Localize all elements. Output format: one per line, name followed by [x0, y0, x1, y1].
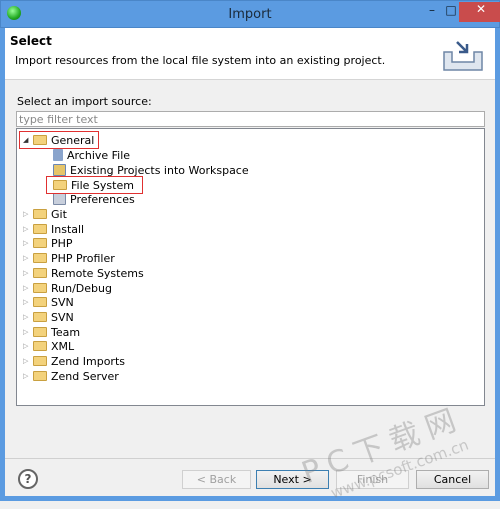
tree-item-label: PHP Profiler	[51, 252, 115, 266]
import-icon	[443, 41, 483, 71]
expand-arrow-icon[interactable]: ▷	[23, 295, 33, 310]
back-button[interactable]: < Back	[182, 470, 251, 489]
tree-item-category[interactable]: ▷ Git	[23, 207, 67, 222]
folder-icon	[33, 267, 47, 278]
tree-item-category[interactable]: ▷ Zend Server	[23, 369, 119, 384]
tree-item-category[interactable]: ▷ SVN	[23, 295, 74, 310]
expand-arrow-icon[interactable]: ▷	[23, 354, 33, 369]
tree-item-label: SVN	[51, 310, 74, 324]
tree-item-label: XML	[51, 340, 75, 354]
expand-arrow-icon[interactable]: ▷	[23, 281, 33, 296]
tree-item-label: Zend Server	[51, 369, 119, 383]
tree-item-label: Zend Imports	[51, 355, 125, 368]
minimize-button[interactable]: –	[421, 3, 443, 23]
tree-item-label: Run/Debug	[51, 281, 112, 295]
tree-item-category[interactable]: ▷ PHP Profiler	[23, 251, 115, 266]
button-separator	[5, 458, 495, 459]
page-title: Select	[10, 34, 52, 48]
maximize-button[interactable]: □	[443, 3, 459, 23]
expand-arrow-icon[interactable]: ▷	[23, 325, 33, 340]
folder-icon	[33, 282, 47, 293]
preferences-icon	[53, 193, 66, 205]
help-button[interactable]: ?	[18, 469, 38, 489]
project-icon	[53, 164, 66, 176]
highlight-box	[46, 176, 143, 194]
expand-arrow-icon[interactable]: ▷	[23, 236, 33, 251]
folder-icon	[33, 209, 47, 219]
folder-icon	[33, 356, 47, 366]
expand-arrow-icon[interactable]: ▷	[23, 310, 33, 325]
folder-icon	[33, 341, 47, 352]
tree-item-preferences[interactable]: Preferences	[53, 192, 135, 207]
tree-item-archive-file[interactable]: Archive File	[53, 148, 130, 163]
tree-item-label: Git	[51, 208, 67, 221]
expand-arrow-icon[interactable]: ▷	[23, 339, 33, 354]
tree-item-category[interactable]: ▷ Run/Debug	[23, 281, 112, 296]
folder-icon	[33, 223, 47, 234]
folder-icon	[33, 370, 47, 381]
tree-item-label: Archive File	[67, 149, 131, 162]
import-source-tree[interactable]: ◢ General Archive File Existing Projects …	[16, 128, 485, 406]
finish-button[interactable]: Finish	[336, 470, 409, 489]
tree-item-category[interactable]: ▷ Zend Imports	[23, 354, 125, 369]
title-bar[interactable]: Import – □ ✕	[0, 0, 500, 28]
folder-icon	[33, 326, 47, 337]
tree-item-category[interactable]: ▷ Team	[23, 325, 80, 340]
expand-arrow-icon[interactable]: ▷	[23, 251, 33, 266]
expand-arrow-icon[interactable]: ▷	[23, 207, 33, 222]
expand-arrow-icon[interactable]: ▷	[23, 222, 33, 237]
tree-item-category[interactable]: ▷ SVN	[23, 310, 74, 325]
tree-item-label: Preferences	[70, 193, 135, 206]
import-source-label: Select an import source:	[17, 95, 152, 108]
tree-item-category[interactable]: ▷ Install	[23, 222, 84, 237]
tree-item-label: Remote Systems	[51, 266, 144, 280]
expand-arrow-icon[interactable]: ▷	[23, 266, 33, 281]
next-button[interactable]: Next >	[256, 470, 329, 489]
page-description: Import resources from the local file sys…	[15, 54, 386, 67]
tree-item-label: SVN	[51, 296, 74, 310]
cancel-button[interactable]: Cancel	[416, 470, 489, 489]
tree-item-label: Team	[51, 325, 81, 339]
filter-input[interactable]	[16, 111, 485, 127]
highlight-box	[19, 131, 99, 149]
tree-item-category[interactable]: ▷ PHP	[23, 236, 73, 251]
close-button[interactable]: ✕	[459, 2, 500, 22]
archive-icon	[53, 149, 63, 161]
folder-icon	[33, 297, 47, 308]
wizard-header: Select Import resources from the local f…	[5, 28, 495, 80]
expand-arrow-icon[interactable]: ▷	[23, 369, 33, 384]
tree-item-label: Install	[51, 222, 85, 236]
folder-icon	[33, 311, 47, 322]
tree-item-category[interactable]: ▷ XML	[23, 339, 74, 354]
tree-item-category[interactable]: ▷ Remote Systems	[23, 266, 144, 281]
tree-item-label: PHP	[51, 237, 73, 251]
folder-icon	[33, 253, 47, 264]
folder-icon	[33, 238, 47, 249]
